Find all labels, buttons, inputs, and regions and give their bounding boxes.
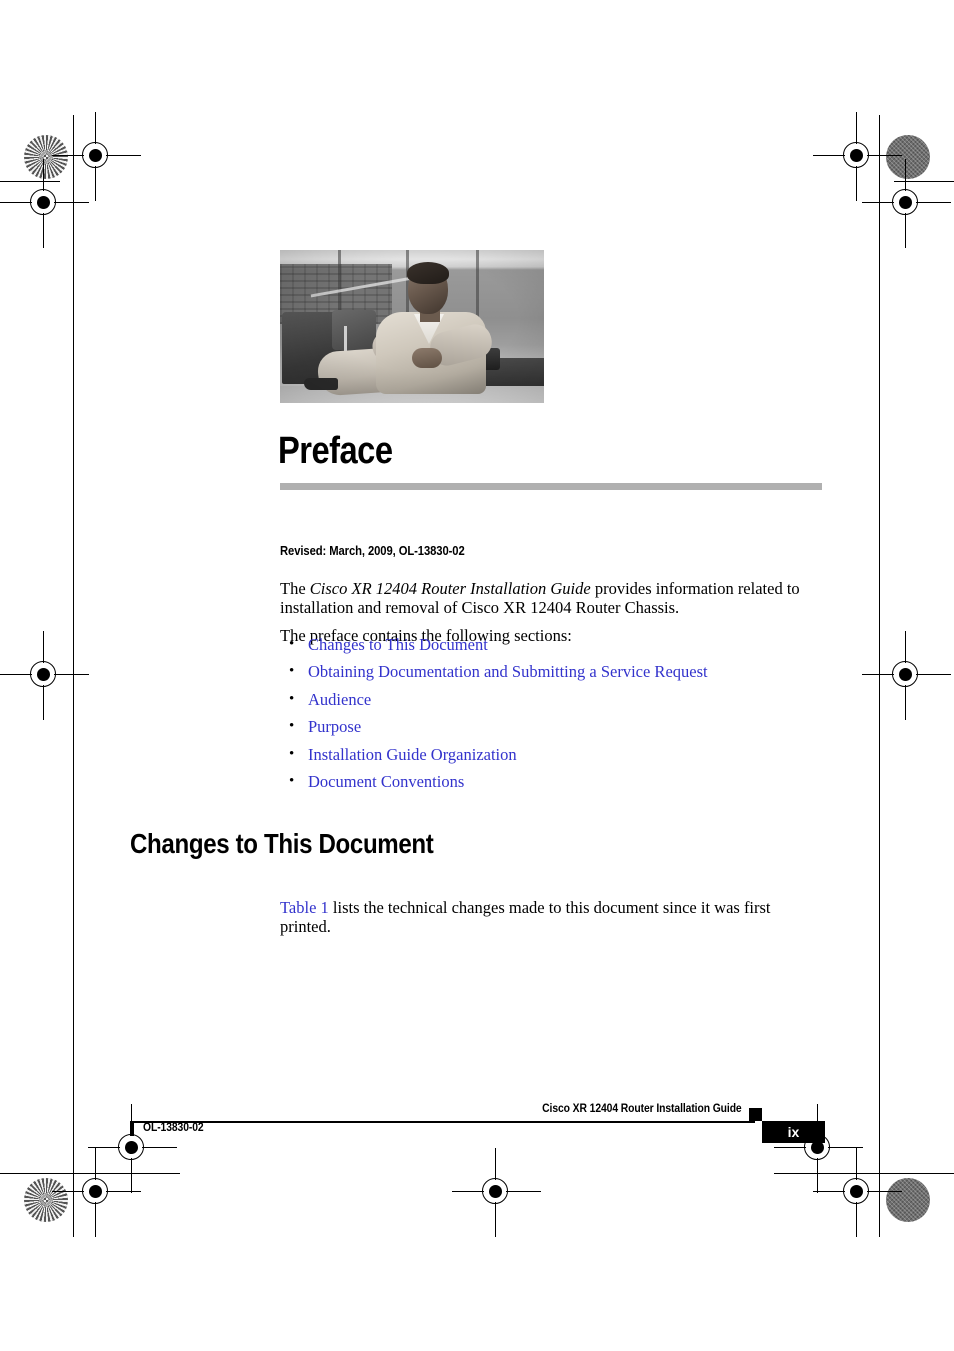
bullet-icon: •	[289, 745, 295, 762]
revised-line: Revised: March, 2009, OL-13830-02	[280, 544, 465, 558]
chapter-opener-photo	[280, 250, 544, 403]
link-document-conventions[interactable]: Document Conventions	[308, 772, 464, 791]
registration-mark-corner-top-left	[0, 155, 92, 251]
link-changes-to-this-document[interactable]: Changes to This Document	[308, 635, 488, 654]
list-item: • Changes to This Document	[280, 634, 822, 661]
list-item: • Purpose	[280, 716, 822, 743]
footer-left-tick	[130, 1121, 134, 1136]
title-accent-rule	[280, 483, 822, 490]
section-heading-changes-to-this-document: Changes to This Document	[130, 828, 434, 859]
registration-mark-corner-top-right	[858, 155, 954, 251]
table-reference-text: lists the technical changes made to this…	[280, 897, 771, 937]
footer-page-number: ix	[762, 1121, 825, 1143]
link-purpose[interactable]: Purpose	[308, 717, 361, 736]
bullet-icon: •	[289, 663, 295, 680]
footer-square-marker	[749, 1108, 762, 1121]
list-item: • Document Conventions	[280, 771, 822, 798]
book-title: Cisco XR 12404 Router Installation Guide	[309, 578, 591, 598]
footer-guide-title: Cisco XR 12404 Router Installation Guide	[542, 1103, 743, 1115]
link-installation-guide-organization[interactable]: Installation Guide Organization	[308, 745, 517, 764]
bullet-icon: •	[289, 772, 295, 789]
bullet-icon: •	[289, 636, 295, 652]
registration-mark-bottom-left	[48, 1144, 144, 1240]
intro-paragraph: The Cisco XR 12404 Router Installation G…	[280, 579, 822, 618]
link-obtaining-documentation[interactable]: Obtaining Documentation and Submitting a…	[308, 662, 708, 681]
registration-mark-bottom-right	[809, 1144, 905, 1240]
registration-mark-mid-left	[0, 627, 92, 723]
page-title: Preface	[278, 430, 393, 472]
list-item: • Obtaining Documentation and Submitting…	[280, 661, 822, 688]
footer-rule	[130, 1121, 755, 1123]
intro-lead: The	[280, 578, 310, 598]
bullet-icon: •	[289, 718, 295, 735]
table-reference-paragraph: Table 1 lists the technical changes made…	[280, 898, 822, 937]
preface-section-list: • Changes to This Document • Obtaining D…	[280, 634, 822, 798]
registration-mark-bottom-center	[448, 1144, 544, 1240]
bullet-icon: •	[289, 690, 295, 707]
link-audience[interactable]: Audience	[308, 690, 371, 709]
list-item: • Installation Guide Organization	[280, 744, 822, 771]
link-table-1[interactable]: Table 1	[280, 898, 329, 917]
footer-document-id: OL-13830-02	[143, 1122, 204, 1134]
list-item: • Audience	[280, 689, 822, 716]
registration-mark-mid-right	[858, 627, 954, 723]
